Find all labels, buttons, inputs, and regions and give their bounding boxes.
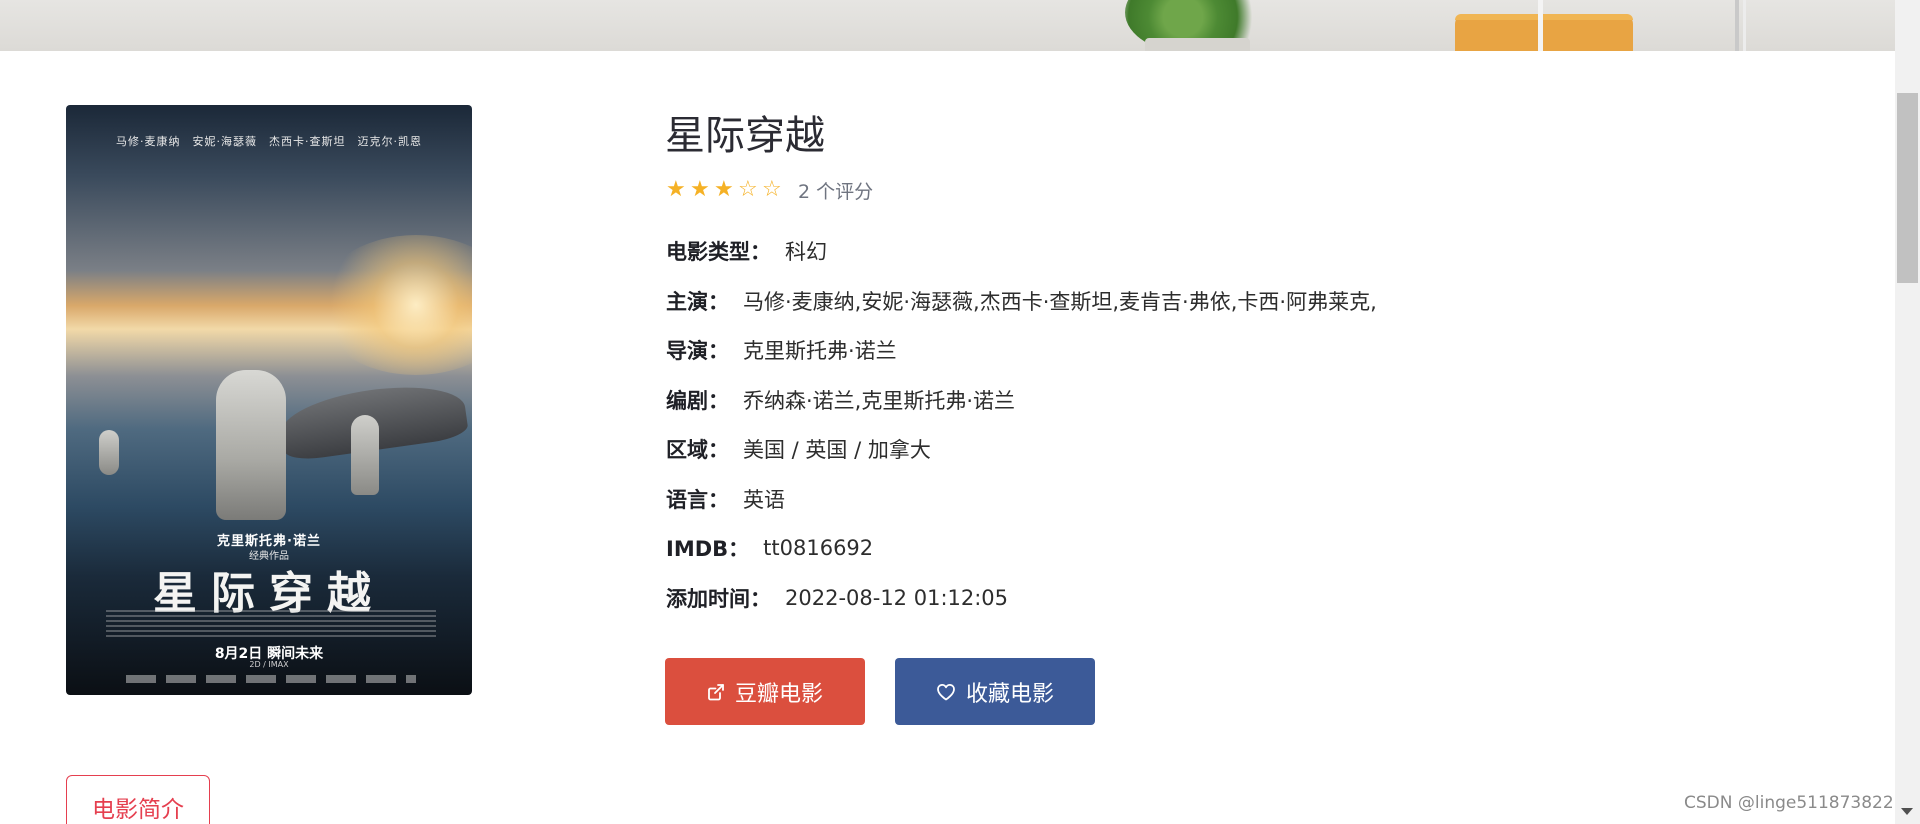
frame-decoration <box>1735 0 1739 51</box>
info-row-language: 语言： 英语 <box>666 484 785 514</box>
info-label: 区域： <box>666 438 729 462</box>
poster-format: 2D / IMAX <box>249 660 289 669</box>
info-row-region: 区域： 美国 / 英国 / 加拿大 <box>666 434 931 464</box>
info-label: 语言： <box>666 488 729 512</box>
collect-movie-label: 收藏电影 <box>965 681 1054 707</box>
poster-logos <box>126 675 416 683</box>
scroll-down-arrow-icon[interactable] <box>1901 808 1913 815</box>
poster-astronaut <box>99 430 119 475</box>
star-full-icon: ★ <box>666 177 686 202</box>
info-value: 2022-08-12 01:12:05 <box>785 586 1009 610</box>
info-value: 英语 <box>743 488 785 512</box>
info-label: 电影类型： <box>666 240 771 264</box>
info-label: 主演： <box>666 290 729 314</box>
info-label: IMDB： <box>666 537 750 561</box>
info-value: 乔纳森·诺兰,克里斯托弗·诺兰 <box>743 389 1016 413</box>
info-row-genre: 电影类型： 科幻 <box>666 236 827 266</box>
rating-count: 2 个评分 <box>798 180 874 203</box>
heart-icon <box>936 683 956 701</box>
info-label: 添加时间： <box>666 587 771 611</box>
star-full-icon: ★ <box>690 177 710 202</box>
info-row-writer: 编剧： 乔纳森·诺兰,克里斯托弗·诺兰 <box>666 385 1015 415</box>
frame-decoration <box>1538 0 1543 51</box>
info-row-cast: 主演： 马修·麦康纳,安妮·海瑟薇,杰西卡·查斯坦,麦肯吉·弗依,卡西·阿弗莱克… <box>666 286 1377 316</box>
collect-movie-button[interactable]: 收藏电影 <box>895 658 1095 725</box>
poster-astronaut <box>216 370 286 520</box>
poster-credits <box>106 610 436 640</box>
rating: ★ ★ ★ ☆ ☆ 2 个评分 <box>666 177 873 203</box>
douban-movie-button[interactable]: 豆瓣电影 <box>665 658 865 725</box>
plant-pot-decoration <box>1145 38 1250 51</box>
info-value: 克里斯托弗·诺兰 <box>743 339 897 363</box>
info-value: 科幻 <box>785 240 827 264</box>
top-banner-image <box>0 0 1895 51</box>
scrollbar-thumb[interactable] <box>1897 93 1918 283</box>
info-value: 美国 / 英国 / 加拿大 <box>743 438 931 462</box>
external-link-icon <box>707 683 725 701</box>
info-row-added-time: 添加时间： 2022-08-12 01:12:05 <box>666 583 1008 613</box>
chair-highlight <box>1455 14 1633 20</box>
star-empty-icon: ☆ <box>762 177 782 202</box>
frame-decoration <box>1743 0 1746 51</box>
poster-cast-line: 马修·麦康纳 安妮·海瑟薇 杰西卡·查斯坦 迈克尔·凯恩 <box>116 135 422 148</box>
tab-movie-intro[interactable]: 电影简介 <box>66 775 210 824</box>
poster-astronaut <box>351 415 379 495</box>
movie-poster: 马修·麦康纳 安妮·海瑟薇 杰西卡·查斯坦 迈克尔·凯恩 克里斯托弗·诺兰 经典… <box>66 105 472 695</box>
star-empty-icon: ☆ <box>738 177 758 202</box>
info-row-director: 导演： 克里斯托弗·诺兰 <box>666 335 897 365</box>
info-label: 导演： <box>666 339 729 363</box>
movie-title: 星际穿越 <box>665 113 825 159</box>
douban-movie-label: 豆瓣电影 <box>734 681 823 707</box>
watermark: CSDN @linge511873822 <box>1684 793 1894 813</box>
imdb-id: tt0816692 <box>763 536 874 560</box>
info-row-imdb: IMDB： tt0816692 <box>666 533 873 563</box>
info-label: 编剧： <box>666 389 729 413</box>
star-full-icon: ★ <box>714 177 734 202</box>
poster-sun-glow <box>316 235 472 375</box>
info-value: 马修·麦康纳,安妮·海瑟薇,杰西卡·查斯坦,麦肯吉·弗依,卡西·阿弗莱克, <box>743 290 1377 314</box>
